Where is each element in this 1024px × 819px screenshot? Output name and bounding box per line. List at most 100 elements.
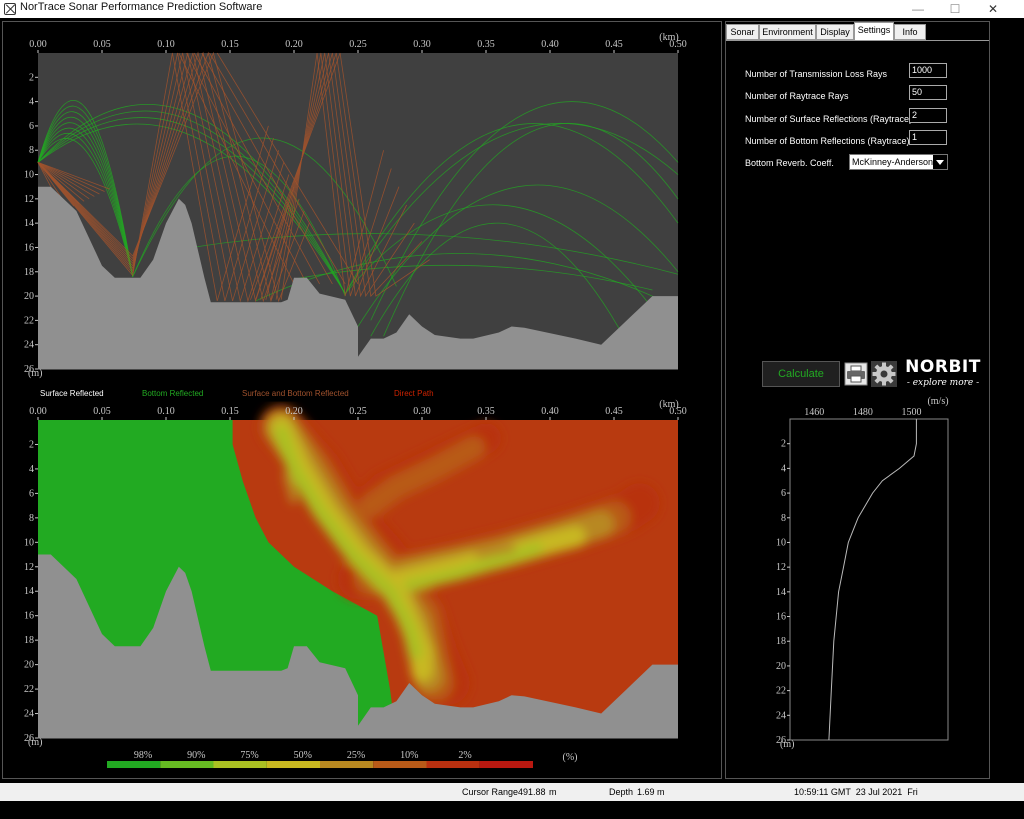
rt-depth-tick: 22 xyxy=(24,315,34,326)
depth-unit: m xyxy=(657,787,665,797)
colorbar-segment xyxy=(479,761,533,768)
maximize-button[interactable]: ☐ xyxy=(934,0,976,18)
tl-range-tick: 0.40 xyxy=(541,406,559,417)
sv-depth-tick: 18 xyxy=(776,636,786,647)
tab-sonar[interactable]: Sonar xyxy=(726,24,759,40)
minimize-button[interactable]: — xyxy=(897,0,939,18)
logo-name: NORBIT xyxy=(905,357,981,377)
sv-depth-unit: (m) xyxy=(780,739,794,750)
tl-depth-tick: 2 xyxy=(29,439,34,450)
bottom-reflections-input[interactable]: 1 xyxy=(909,130,947,145)
tl-depth-tick: 18 xyxy=(24,635,34,646)
cursor-range-label: Cursor Range xyxy=(462,787,519,797)
transmission-loss-plot[interactable]: 0.00 0.05 0.10 0.15 0.20 0.25 0.30 0.35 0.40 0.45… xyxy=(0,398,722,778)
sv-depth-tick: 12 xyxy=(776,562,786,573)
colorbar-label: 10% xyxy=(400,750,418,761)
cursor-range-unit: m xyxy=(549,787,557,797)
colorbar-segment xyxy=(320,761,374,768)
tl-range-tick: 0.10 xyxy=(157,406,175,417)
sv-depth-tick: 24 xyxy=(776,710,786,721)
rt-depth-tick: 8 xyxy=(29,145,34,156)
sv-depth-tick: 22 xyxy=(776,686,786,697)
tl-depth-tick: 8 xyxy=(29,513,34,524)
sv-depth-tick: 6 xyxy=(781,488,786,499)
sv-tick: 1480 xyxy=(853,407,873,418)
sv-depth-tick: 2 xyxy=(781,439,786,450)
tl-range-tick: 0.00 xyxy=(29,406,47,417)
rt-range-tick: 0.20 xyxy=(285,39,303,50)
rt-range-tick: 0.30 xyxy=(413,39,431,50)
tl-range-tick: 0.15 xyxy=(221,406,239,417)
colorbar-label: 25% xyxy=(347,750,365,761)
rt-range-tick: 0.15 xyxy=(221,39,239,50)
status-bar: Cursor Range 491.88 m Depth 1.69 m 10:59… xyxy=(0,783,1024,801)
colorbar-label: 98% xyxy=(134,750,152,761)
bottom-strip xyxy=(0,801,1024,819)
tab-info[interactable]: Info xyxy=(894,24,926,40)
tab-display[interactable]: Display xyxy=(816,24,854,40)
colorbar-segment xyxy=(426,761,480,768)
title-bar: NorTrace Sonar Performance Prediction So… xyxy=(0,0,1024,18)
sv-depth-tick: 4 xyxy=(781,463,786,474)
raytrace-rays-label: Number of Raytrace Rays xyxy=(745,91,849,101)
tab-environment[interactable]: Environment xyxy=(759,24,816,40)
tl-range-unit: (km) xyxy=(659,399,678,410)
tl-rays-label: Number of Transmission Loss Rays xyxy=(745,69,888,79)
surface-reflections-input[interactable]: 2 xyxy=(909,108,947,123)
rt-range-tick: 0.45 xyxy=(605,39,623,50)
legend-direct: Direct Path xyxy=(394,389,434,398)
depth-value: 1.69 xyxy=(637,787,655,797)
calculate-button[interactable]: Calculate xyxy=(762,361,840,387)
sound-velocity-plot[interactable]: 1460 1480 1500(m/s)2468101214161820222426(… xyxy=(726,390,988,778)
logo-tagline: - explore more - xyxy=(906,378,980,388)
colorbar-segment xyxy=(266,761,320,768)
window-title: NorTrace Sonar Performance Prediction So… xyxy=(20,1,263,13)
colorbar-label: 75% xyxy=(240,750,258,761)
rt-depth-tick: 16 xyxy=(24,242,34,253)
tl-depth-tick: 10 xyxy=(24,537,34,548)
tl-depth-tick: 6 xyxy=(29,488,34,499)
colorbar-segment xyxy=(213,761,267,768)
tl-rays-input[interactable]: 1000 xyxy=(909,63,947,78)
surface-reflections-label: Number of Surface Reflections (Raytrace) xyxy=(745,114,913,124)
sv-depth-tick: 16 xyxy=(776,612,786,623)
gear-icon[interactable] xyxy=(871,361,897,387)
tl-depth-unit: (m) xyxy=(28,737,42,748)
depth-label: Depth xyxy=(609,787,634,797)
printer-icon[interactable] xyxy=(844,362,868,386)
colorbar-label: 50% xyxy=(294,750,312,761)
chevron-down-icon[interactable] xyxy=(933,155,947,169)
raytrace-plot[interactable]: 0.00 0.05 0.10 0.15 0.20 0.25 0.30 0.35 0.40 0.45… xyxy=(0,18,722,390)
rt-depth-tick: 18 xyxy=(24,267,34,278)
reverb-coeff-select[interactable]: McKinney-Anderson xyxy=(849,154,948,170)
tl-range-tick: 0.05 xyxy=(93,406,111,417)
rt-range-tick: 0.40 xyxy=(541,39,559,50)
rt-range-tick: 0.05 xyxy=(93,39,111,50)
colorbar-label: 2% xyxy=(458,750,471,761)
sv-unit: (m/s) xyxy=(927,396,948,407)
colorbar-unit: (%) xyxy=(563,752,578,763)
close-button[interactable]: ✕ xyxy=(972,0,1014,18)
tl-depth-tick: 16 xyxy=(24,611,34,622)
raytrace-rays-input[interactable]: 50 xyxy=(909,85,947,100)
sv-depth-tick: 10 xyxy=(776,537,786,548)
rt-depth-tick: 24 xyxy=(24,340,34,351)
legend-surface: Surface Reflected xyxy=(40,389,104,398)
datetime: 10:59:11 GMT 23 Jul 2021 Fri xyxy=(794,787,918,797)
tl-range-tick: 0.30 xyxy=(413,406,431,417)
rt-range-unit: (km) xyxy=(659,32,678,43)
tl-depth-tick: 12 xyxy=(24,562,34,573)
legend-surface-bottom: Surface and Bottom Reflected xyxy=(242,389,349,398)
rt-range-tick: 0.00 xyxy=(29,39,47,50)
tab-settings[interactable]: Settings xyxy=(854,22,894,40)
tl-depth-tick: 14 xyxy=(24,586,34,597)
rt-range-tick: 0.35 xyxy=(477,39,495,50)
tl-range-tick: 0.45 xyxy=(605,406,623,417)
sv-depth-tick: 20 xyxy=(776,661,786,672)
tl-range-tick: 0.20 xyxy=(285,406,303,417)
app-icon xyxy=(4,3,16,15)
tab-body xyxy=(726,40,989,43)
rt-depth-tick: 4 xyxy=(29,97,34,108)
rt-depth-tick: 20 xyxy=(24,291,34,302)
sv-depth-tick: 8 xyxy=(781,513,786,524)
